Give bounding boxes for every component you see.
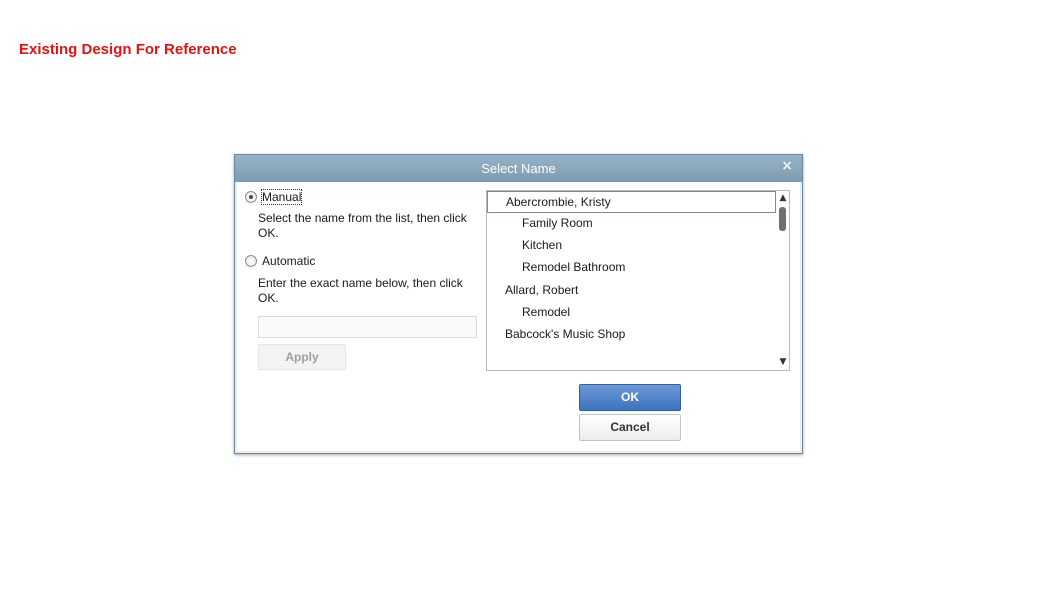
scroll-down-arrow-icon[interactable]: ▼ bbox=[776, 356, 789, 368]
list-item-abercrombie-kristy[interactable]: Abercrombie, Kristy bbox=[487, 191, 776, 213]
dialog-title: Select Name bbox=[481, 161, 556, 176]
ok-button[interactable]: OK bbox=[579, 384, 681, 411]
dialog-titlebar[interactable]: Select Name × bbox=[235, 155, 802, 182]
apply-button[interactable]: Apply bbox=[258, 344, 346, 370]
exact-name-input[interactable] bbox=[258, 316, 477, 338]
scroll-thumb[interactable] bbox=[779, 207, 786, 231]
list-scrollbar[interactable]: ▲ ▼ bbox=[776, 191, 789, 370]
list-item-kitchen[interactable]: Kitchen bbox=[487, 235, 776, 257]
automatic-help-text: Enter the exact name below, then click O… bbox=[258, 276, 463, 305]
list-item-remodel[interactable]: Remodel bbox=[487, 302, 776, 324]
list-item-family-room[interactable]: Family Room bbox=[487, 213, 776, 235]
automatic-label[interactable]: Automatic bbox=[262, 254, 315, 268]
manual-help-text: Select the name from the list, then clic… bbox=[258, 211, 467, 240]
select-name-dialog: Select Name × Manual Select the name fro… bbox=[234, 154, 803, 454]
name-listbox[interactable]: Abercrombie, Kristy Family Room Kitchen … bbox=[486, 190, 790, 371]
scroll-up-arrow-icon[interactable]: ▲ bbox=[776, 192, 789, 204]
automatic-radio[interactable] bbox=[245, 255, 257, 267]
manual-label[interactable]: Manual bbox=[260, 189, 303, 205]
list-item-babcocks-music-shop[interactable]: Babcock's Music Shop bbox=[487, 324, 776, 346]
list-item-allard-robert[interactable]: Allard, Robert bbox=[487, 280, 776, 302]
close-icon[interactable]: × bbox=[781, 158, 793, 174]
manual-radio[interactable] bbox=[245, 191, 257, 203]
automatic-option[interactable]: Automatic bbox=[245, 254, 315, 268]
manual-option[interactable]: Manual bbox=[245, 189, 303, 205]
list-item-remodel-bathroom[interactable]: Remodel Bathroom bbox=[487, 257, 776, 279]
cancel-button[interactable]: Cancel bbox=[579, 414, 681, 441]
reference-heading: Existing Design For Reference bbox=[19, 41, 237, 58]
dialog-body: Manual Select the name from the list, th… bbox=[237, 182, 800, 451]
